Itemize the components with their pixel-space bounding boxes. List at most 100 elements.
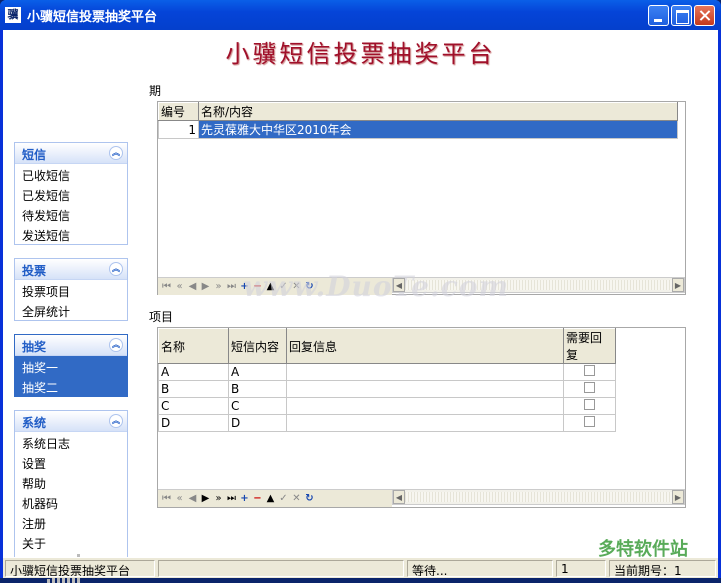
sidebar-group-header[interactable]: 系统 ︽ [15,411,127,432]
column-header-sms[interactable]: 短信内容 [228,328,287,364]
table-row[interactable]: DD [158,414,616,432]
cancel-icon[interactable]: ✕ [290,491,303,507]
need-reply-checkbox[interactable] [584,416,595,427]
items-grid[interactable]: 名称 短信内容 回复信息 需要回复 AA BB CC DD ⏮ «◀ ▶» ⏭ + − ▲ ✓ ✕ ↻ … [157,327,686,508]
sidebar-group-header[interactable]: 抽奖 ︽ [15,335,127,356]
banner-title: 小骥短信投票抽奖平台 [225,40,496,68]
cell-sms[interactable]: D [228,414,287,432]
cell-reply[interactable] [286,363,564,381]
period-grid[interactable]: 编号 名称/内容 1 先灵葆雅大中华区2010年会 ⏮ «◀ ▶» ⏭ + − ▲ ✓ ✕ ↻ ◀ ▶ [157,101,686,295]
title-bar[interactable]: 骥 小骥短信投票抽奖平台 [0,0,721,30]
items-label: 项目 [149,310,174,324]
scroll-left-icon[interactable]: ◀ [393,490,405,504]
edit-icon[interactable]: ▲ [264,491,277,507]
prior-record-icon[interactable]: ◀ [186,491,199,507]
column-header-need-reply[interactable]: 需要回复 [563,328,616,364]
next-record-icon[interactable]: ▶ [199,491,212,507]
table-row[interactable]: AA [158,363,616,381]
items-hscrollbar[interactable]: ◀ ▶ [392,489,685,505]
cell-name[interactable]: A [158,363,229,381]
need-reply-checkbox[interactable] [584,365,595,376]
prior-record-icon[interactable]: ◀ [186,279,199,295]
first-record-icon[interactable]: ⏮ [160,491,173,507]
cell-name[interactable]: 先灵葆雅大中华区2010年会 [198,120,678,139]
scroll-right-icon[interactable]: ▶ [672,490,684,504]
prior-page-icon[interactable]: « [173,279,186,295]
sidebar-group-vote: 投票 ︽ 投票项目 全屏统计 [14,258,128,321]
last-record-icon[interactable]: ⏭ [225,491,238,507]
column-header-id[interactable]: 编号 [158,102,199,121]
sidebar-group-header[interactable]: 投票 ︽ [15,259,127,280]
cell-name[interactable]: D [158,414,229,432]
next-page-icon[interactable]: » [212,279,225,295]
sidebar-item-fullscreen-stats[interactable]: 全屏统计 [15,300,127,320]
refresh-icon[interactable]: ↻ [303,491,316,507]
column-header-reply[interactable]: 回复信息 [286,328,564,364]
sidebar-item-lottery-1[interactable]: 抽奖一 [15,356,127,376]
column-header-name[interactable]: 名称/内容 [198,102,678,121]
app-window: 骥 小骥短信投票抽奖平台 小骥短信投票抽奖平台 短信 ︽ 已收短信 已发短信 待发… [0,0,721,583]
double-chevron-up-icon[interactable]: ︽ [109,146,123,160]
sidebar-group-header[interactable]: 短信 ︽ [15,143,127,164]
cell-sms[interactable]: A [228,363,287,381]
cell-reply[interactable] [286,397,564,415]
cell-sms[interactable]: C [228,397,287,415]
sidebar-item-settings[interactable]: 设置 [15,452,127,472]
post-icon[interactable]: ✓ [277,491,290,507]
group-title: 抽奖 [22,340,47,354]
sidebar-item-about[interactable]: 关于 [15,532,127,552]
next-page-icon[interactable]: » [212,491,225,507]
delete-icon[interactable]: − [251,491,264,507]
app-icon: 骥 [5,7,21,23]
sidebar-item-help[interactable]: 帮助 [15,472,127,492]
items-section: 项目 名称 短信内容 回复信息 需要回复 AA BB CC DD ⏮ «◀ ▶» ⏭ + − ▲ ✓… [143,308,715,508]
first-record-icon[interactable]: ⏮ [160,279,173,295]
client-area: 小骥短信投票抽奖平台 短信 ︽ 已收短信 已发短信 待发短信 发送短信 投票 ︽ 投… [3,30,718,583]
minimize-button[interactable] [648,5,669,26]
need-reply-checkbox[interactable] [584,399,595,410]
double-chevron-up-icon[interactable]: ︽ [109,262,123,276]
watermark: www.DuoTe.com [243,270,510,303]
items-navigator: ⏮ «◀ ▶» ⏭ + − ▲ ✓ ✕ ↻ [158,489,392,507]
cell-id[interactable]: 1 [158,120,199,139]
sidebar-item-system-log[interactable]: 系统日志 [15,432,127,452]
table-row[interactable]: 1 先灵葆雅大中华区2010年会 [158,120,678,139]
status-current-period: 当前期号：1 [609,560,716,577]
sidebar-item-outbox[interactable]: 待发短信 [15,204,127,224]
sidebar-item-register[interactable]: 注册 [15,512,127,532]
double-chevron-up-icon[interactable]: ︽ [109,338,123,352]
insert-icon[interactable]: + [238,491,251,507]
column-header-name[interactable]: 名称 [158,328,229,364]
status-bar: 小骥短信投票抽奖平台 等待... 1 当前期号：1 [3,557,718,578]
scroll-right-icon[interactable]: ▶ [672,278,684,292]
sidebar-item-vote-projects[interactable]: 投票项目 [15,280,127,300]
prior-page-icon[interactable]: « [173,491,186,507]
cell-reply[interactable] [286,380,564,398]
cell-reply[interactable] [286,414,564,432]
current-period-label: 当前期号： [614,564,675,577]
last-record-icon[interactable]: ⏭ [225,279,238,295]
table-row[interactable]: CC [158,397,616,415]
sidebar-item-send[interactable]: 发送短信 [15,224,127,244]
sidebar-group-sms: 短信 ︽ 已收短信 已发短信 待发短信 发送短信 [14,142,128,245]
table-row[interactable]: BB [158,380,616,398]
status-count: 1 [556,560,606,577]
cell-sms[interactable]: B [228,380,287,398]
sidebar-item-machine-code[interactable]: 机器码 [15,492,127,512]
scroll-left-icon[interactable]: ◀ [393,278,405,292]
window-title: 小骥短信投票抽奖平台 [27,10,158,25]
need-reply-checkbox[interactable] [584,382,595,393]
cell-name[interactable]: C [158,397,229,415]
group-title: 投票 [22,264,47,278]
close-button[interactable] [694,5,715,26]
sidebar-item-lottery-2[interactable]: 抽奖二 [15,376,127,396]
cell-name[interactable]: B [158,380,229,398]
sidebar-item-sent[interactable]: 已发短信 [15,184,127,204]
group-title: 系统 [22,416,47,430]
sidebar: 短信 ︽ 已收短信 已发短信 待发短信 发送短信 投票 ︽ 投票项目 全屏统计 抽奖… [3,85,133,583]
next-record-icon[interactable]: ▶ [199,279,212,295]
sidebar-group-system: 系统︽ 系统日志 设置 帮助 机器码 注册 关于 退出 [14,410,128,573]
sidebar-item-inbox[interactable]: 已收短信 [15,164,127,184]
double-chevron-up-icon[interactable]: ︽ [109,414,123,428]
maximize-button[interactable] [671,5,692,26]
